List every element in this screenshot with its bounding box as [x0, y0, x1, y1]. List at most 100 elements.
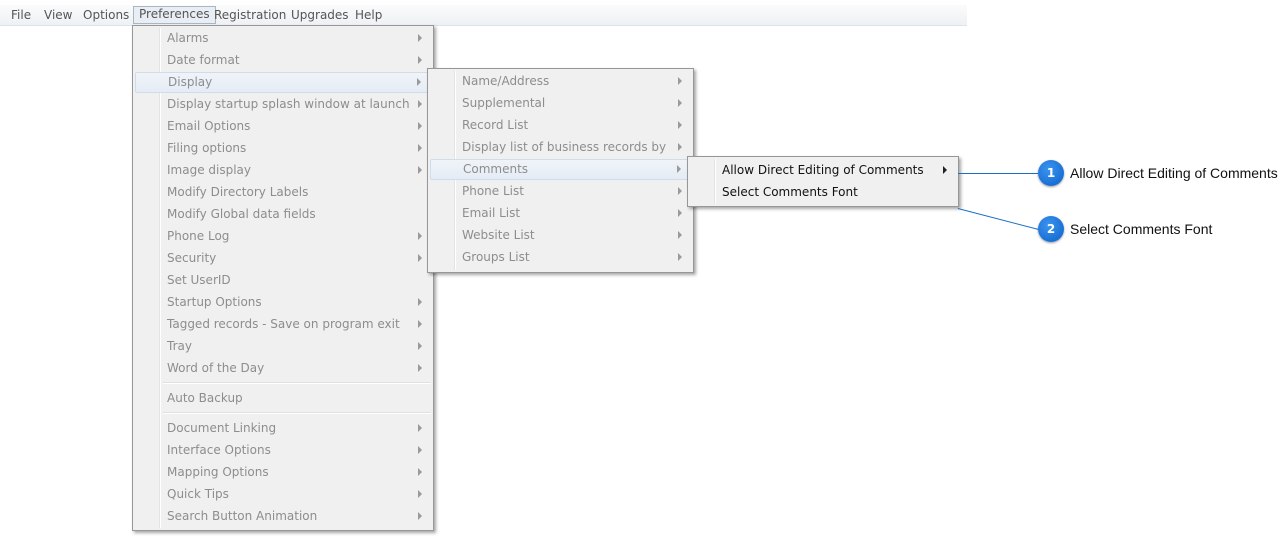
menu-item-startup-options[interactable]: Startup Options: [135, 292, 431, 313]
submenu-arrow-icon: [943, 166, 947, 174]
menu-item-label: Modify Global data fields: [167, 207, 316, 221]
submenu-arrow-icon: [418, 512, 422, 520]
menu-item-label: Filing options: [167, 141, 247, 155]
menu-item-label: Phone Log: [167, 229, 230, 243]
menu-item-label: Quick Tips: [167, 487, 229, 501]
menu-item-label: Startup Options: [167, 295, 262, 309]
menu-item-label: Document Linking: [167, 421, 277, 435]
menu-item-record-list[interactable]: Record List: [430, 115, 691, 136]
menu-item-phone-list[interactable]: Phone List: [430, 181, 691, 202]
submenu-arrow-icon: [418, 166, 422, 174]
menu-item-display-startup-splash[interactable]: Display startup splash window at launch: [135, 94, 431, 115]
menu-item-allow-direct-editing-comments[interactable]: Allow Direct Editing of Comments: [690, 160, 956, 181]
menu-item-label: Tray: [167, 339, 192, 353]
menu-item-name-address[interactable]: Name/Address: [430, 71, 691, 92]
menu-item-set-userid[interactable]: Set UserID: [135, 270, 431, 291]
submenu-arrow-icon: [418, 100, 422, 108]
menu-item-tray[interactable]: Tray: [135, 336, 431, 357]
menu-item-security[interactable]: Security: [135, 248, 431, 269]
submenu-arrow-icon: [678, 121, 682, 129]
menu-item-image-display[interactable]: Image display: [135, 160, 431, 181]
menu-item-display-list-business-records[interactable]: Display list of business records by: [430, 137, 691, 158]
menu-item-label: Display: [168, 75, 213, 89]
submenu-arrow-icon: [418, 56, 422, 64]
submenu-arrow-icon: [678, 143, 682, 151]
menu-item-search-button-animation[interactable]: Search Button Animation: [135, 506, 431, 527]
menu-help[interactable]: Help: [350, 7, 387, 23]
menu-item-auto-backup[interactable]: Auto Backup: [135, 388, 431, 409]
submenu-arrow-icon: [677, 165, 681, 173]
submenu-arrow-icon: [418, 34, 422, 42]
preferences-menu: Alarms Date format Display Display start…: [132, 25, 434, 531]
menu-separator: [163, 382, 431, 384]
callout-badge-2: 2: [1038, 216, 1064, 242]
menu-item-website-list[interactable]: Website List: [430, 225, 691, 246]
menu-item-mapping-options[interactable]: Mapping Options: [135, 462, 431, 483]
submenu-arrow-icon: [678, 253, 682, 261]
display-submenu: Name/Address Supplemental Record List Di…: [427, 68, 694, 273]
menu-item-label: Display startup splash window at launch: [167, 97, 410, 111]
menu-item-interface-options[interactable]: Interface Options: [135, 440, 431, 461]
submenu-arrow-icon: [418, 446, 422, 454]
menu-item-label: Date format: [167, 53, 240, 67]
submenu-arrow-icon: [417, 78, 421, 86]
comments-submenu: Allow Direct Editing of Comments Select …: [687, 156, 959, 207]
menu-item-label: Record List: [462, 118, 529, 132]
menu-item-date-format[interactable]: Date format: [135, 50, 431, 71]
menu-item-phone-log[interactable]: Phone Log: [135, 226, 431, 247]
submenu-arrow-icon: [418, 144, 422, 152]
menu-options[interactable]: Options: [78, 7, 134, 23]
menu-item-label: Auto Backup: [167, 391, 243, 405]
menu-item-email-list[interactable]: Email List: [430, 203, 691, 224]
menu-item-label: Mapping Options: [167, 465, 269, 479]
callout-text-1: Allow Direct Editing of Comments: [1070, 165, 1278, 181]
menu-item-groups-list[interactable]: Groups List: [430, 247, 691, 268]
menu-item-word-of-the-day[interactable]: Word of the Day: [135, 358, 431, 379]
menu-item-label: Phone List: [462, 184, 524, 198]
submenu-arrow-icon: [418, 468, 422, 476]
menu-view[interactable]: View: [39, 7, 77, 23]
menu-item-alarms[interactable]: Alarms: [135, 28, 431, 49]
menu-item-label: Search Button Animation: [167, 509, 318, 523]
menu-item-label: Set UserID: [167, 273, 231, 287]
menu-preferences[interactable]: Preferences: [133, 6, 216, 24]
submenu-arrow-icon: [678, 209, 682, 217]
menu-item-select-comments-font[interactable]: Select Comments Font: [690, 182, 956, 203]
menu-item-label: Display list of business records by: [462, 140, 667, 154]
callout-text-2: Select Comments Font: [1070, 221, 1213, 237]
menu-item-label: Alarms: [167, 31, 209, 45]
menu-registration[interactable]: Registration: [209, 7, 291, 23]
menu-item-tagged-records[interactable]: Tagged records - Save on program exit: [135, 314, 431, 335]
menu-item-label: Website List: [462, 228, 535, 242]
menu-separator: [163, 412, 431, 414]
menu-file[interactable]: File: [6, 7, 36, 23]
callout-line-1: [958, 173, 1038, 174]
menu-item-label: Supplemental: [462, 96, 546, 110]
menu-item-label: Select Comments Font: [722, 185, 858, 199]
menu-item-label: Email Options: [167, 119, 251, 133]
menu-item-email-options[interactable]: Email Options: [135, 116, 431, 137]
menu-item-document-linking[interactable]: Document Linking: [135, 418, 431, 439]
menu-upgrades[interactable]: Upgrades: [286, 7, 354, 23]
submenu-arrow-icon: [678, 77, 682, 85]
menu-item-quick-tips[interactable]: Quick Tips: [135, 484, 431, 505]
menu-item-supplemental[interactable]: Supplemental: [430, 93, 691, 114]
menu-item-filing-options[interactable]: Filing options: [135, 138, 431, 159]
submenu-arrow-icon: [418, 424, 422, 432]
menu-item-modify-directory-labels[interactable]: Modify Directory Labels: [135, 182, 431, 203]
submenu-arrow-icon: [678, 187, 682, 195]
submenu-arrow-icon: [418, 364, 422, 372]
submenu-arrow-icon: [418, 490, 422, 498]
menu-item-modify-global-data-fields[interactable]: Modify Global data fields: [135, 204, 431, 225]
menu-item-label: Security: [167, 251, 217, 265]
submenu-arrow-icon: [418, 320, 422, 328]
submenu-arrow-icon: [418, 298, 422, 306]
submenu-arrow-icon: [418, 232, 422, 240]
menu-item-comments[interactable]: Comments: [430, 159, 691, 180]
submenu-arrow-icon: [678, 231, 682, 239]
menu-item-label: Groups List: [462, 250, 530, 264]
menu-item-display[interactable]: Display: [135, 72, 431, 93]
callout-badge-1: 1: [1038, 160, 1064, 186]
menu-item-label: Tagged records - Save on program exit: [167, 317, 400, 331]
menu-item-label: Allow Direct Editing of Comments: [722, 163, 924, 177]
